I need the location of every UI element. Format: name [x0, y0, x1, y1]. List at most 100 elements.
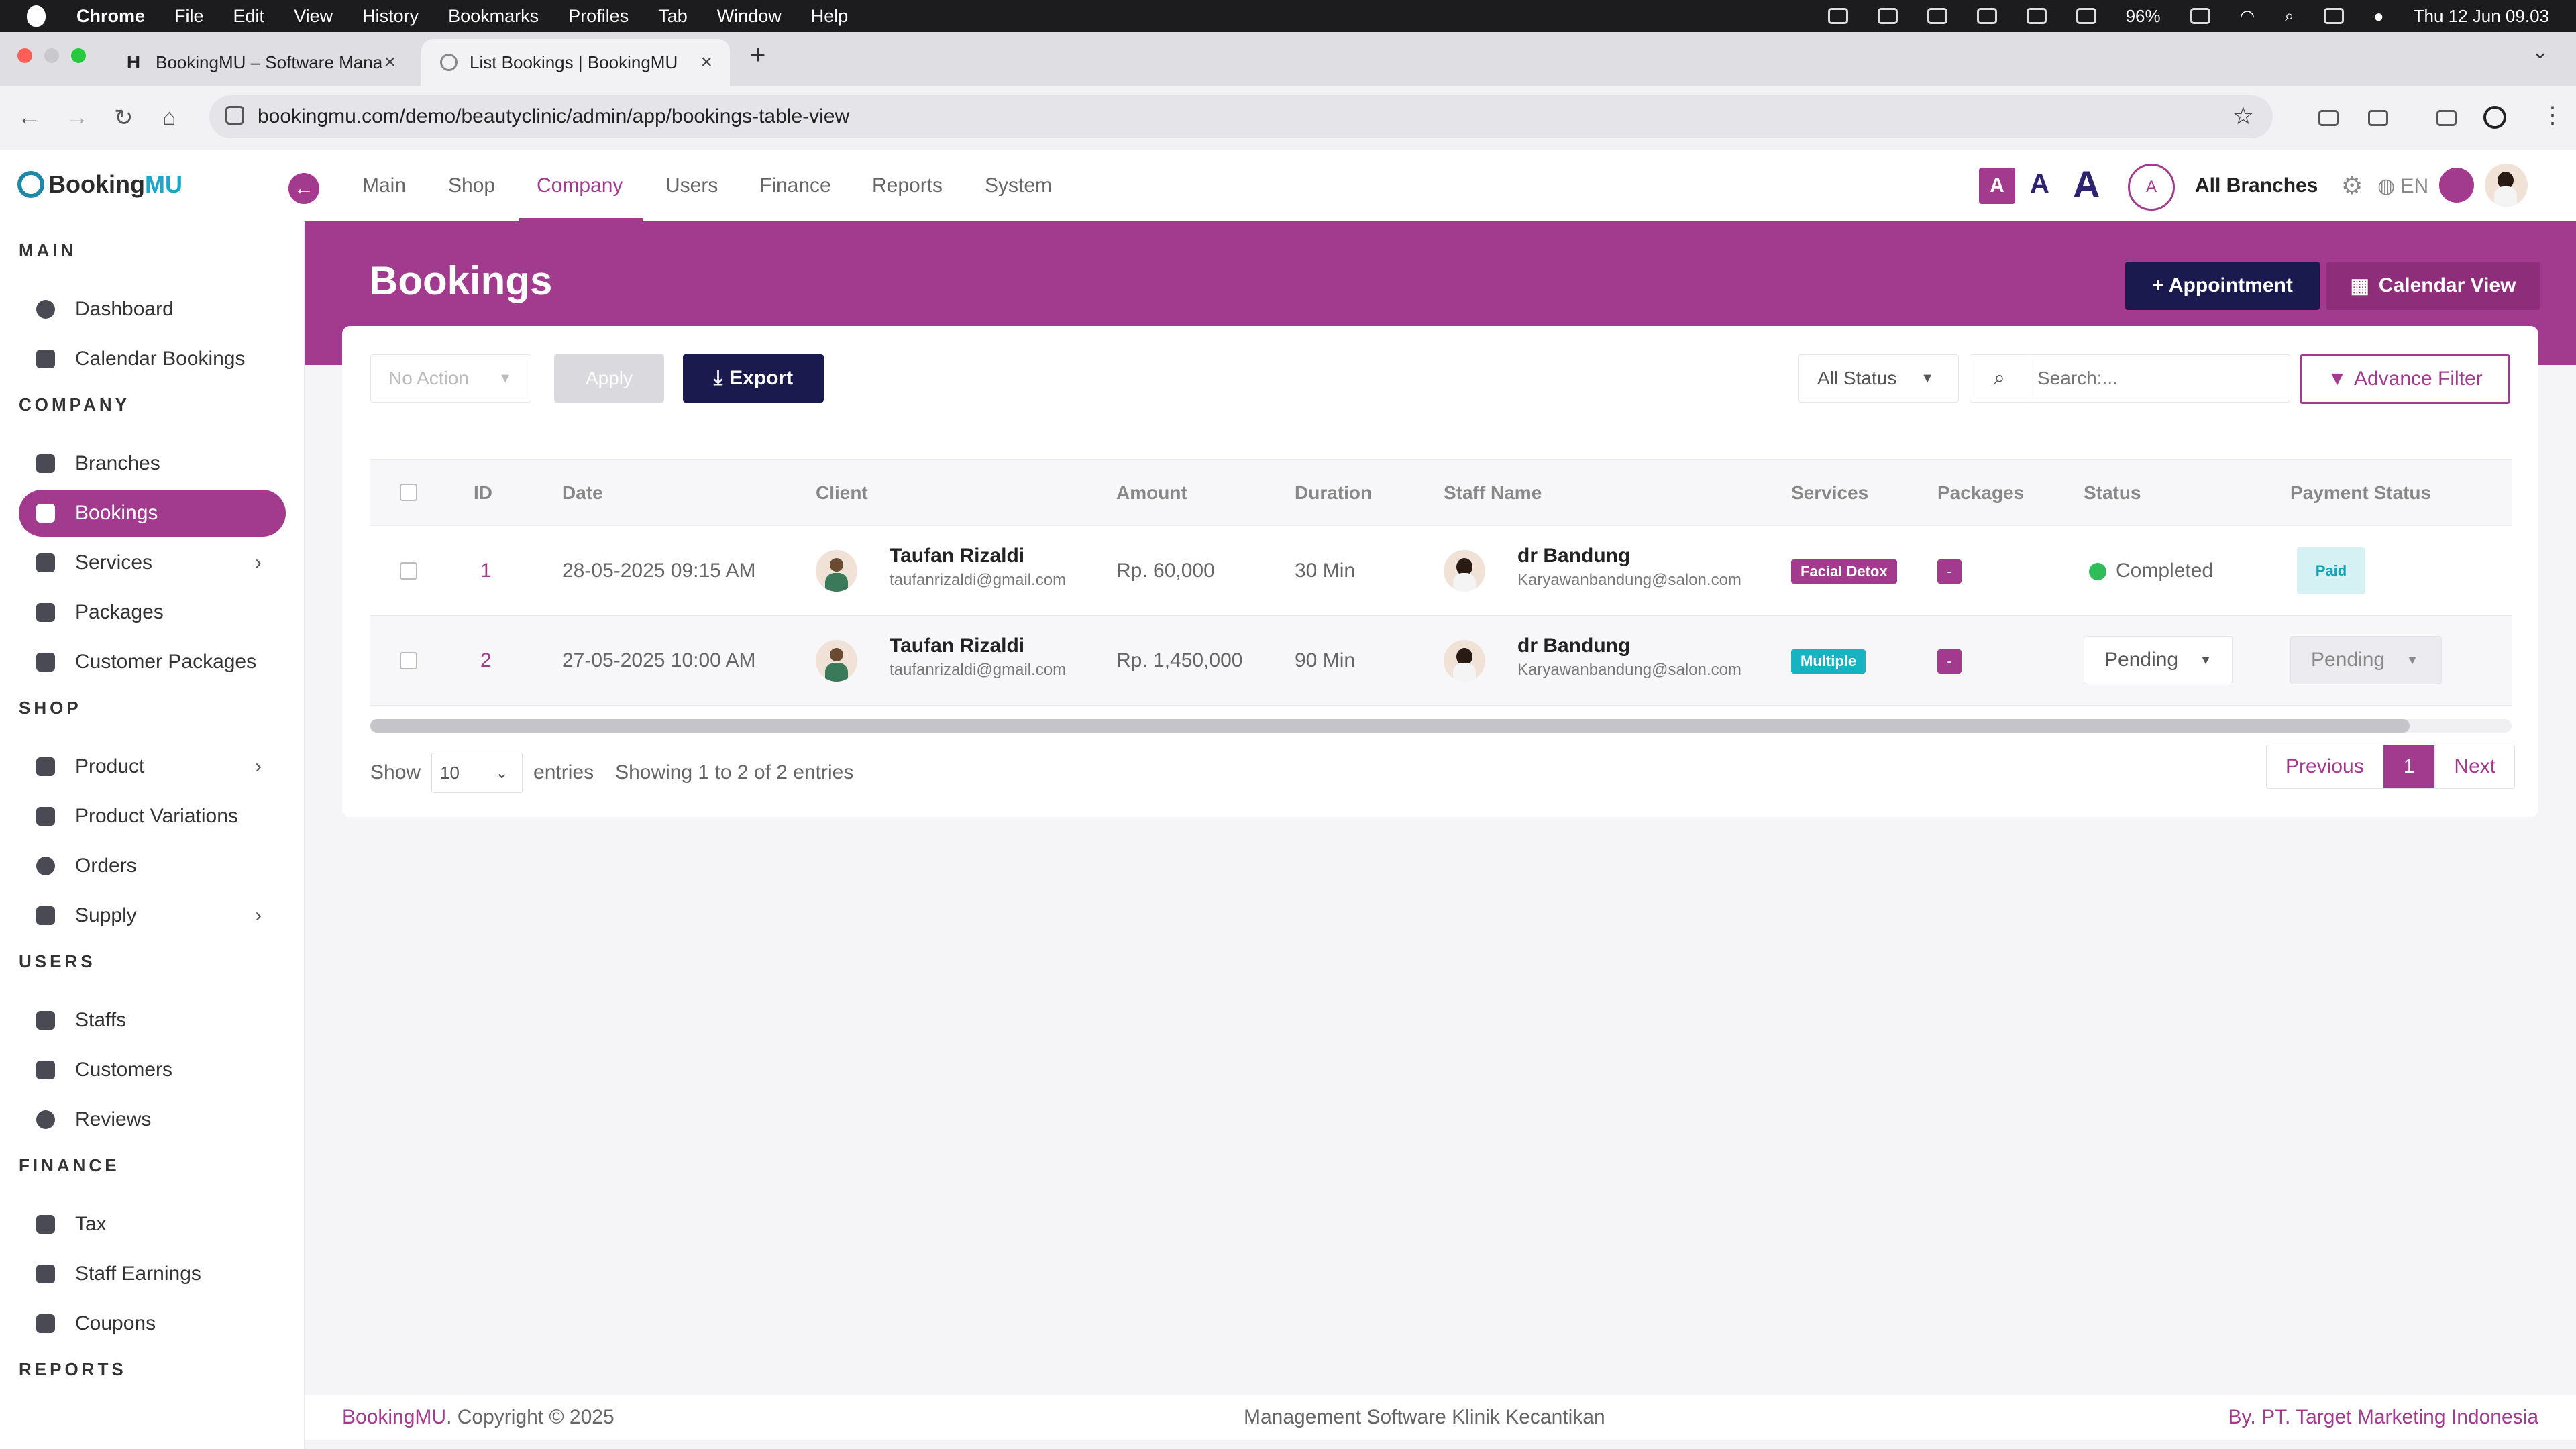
- control-center-icon[interactable]: [2323, 8, 2344, 24]
- screen-icon[interactable]: [1827, 8, 1848, 24]
- next-page-button[interactable]: Next: [2435, 745, 2514, 788]
- menu-tab[interactable]: Tab: [658, 6, 688, 27]
- menu-profiles[interactable]: Profiles: [568, 6, 629, 27]
- calendar-view-button[interactable]: ▦ Calendar View: [2326, 262, 2540, 310]
- bulk-action-select[interactable]: No Action ▼: [370, 354, 531, 402]
- nav-company[interactable]: Company: [537, 174, 623, 197]
- sidebar-item-staff-earnings[interactable]: Staff Earnings: [19, 1250, 286, 1297]
- menu-file[interactable]: File: [174, 6, 204, 27]
- sidebar-item-dashboard[interactable]: Dashboard: [19, 286, 286, 333]
- nav-reports[interactable]: Reports: [872, 174, 943, 197]
- advance-filter-button[interactable]: ▼ Advance Filter: [2300, 354, 2510, 404]
- column-header-client[interactable]: Client: [816, 482, 868, 504]
- font-size-small-button[interactable]: A: [1979, 168, 2015, 204]
- search-input[interactable]: [2037, 362, 2279, 395]
- collapse-sidebar-button[interactable]: ←: [288, 173, 319, 204]
- sidebar-item-packages[interactable]: Packages: [19, 589, 286, 636]
- menu-view[interactable]: View: [294, 6, 333, 27]
- select-all-checkbox[interactable]: [400, 484, 417, 501]
- battery-icon[interactable]: [2190, 8, 2210, 24]
- shield-icon[interactable]: [1976, 8, 1997, 24]
- play-icon[interactable]: [2076, 8, 2096, 24]
- status-filter-select[interactable]: All Status ▼: [1798, 354, 1959, 402]
- hat-icon[interactable]: [1927, 8, 1947, 24]
- page-size-select[interactable]: 10 ⌄: [431, 753, 523, 793]
- keyboard-icon[interactable]: [2026, 8, 2047, 24]
- reload-icon[interactable]: ↻: [114, 105, 133, 131]
- tab-search-chevron-icon[interactable]: ⌄: [2532, 40, 2548, 64]
- site-settings-icon[interactable]: [225, 106, 244, 125]
- search-icon[interactable]: ⌕: [1970, 355, 2029, 402]
- new-tab-icon[interactable]: +: [750, 40, 765, 70]
- row-checkbox[interactable]: [400, 652, 417, 669]
- scrollbar-thumb[interactable]: [370, 719, 2410, 733]
- nav-finance[interactable]: Finance: [759, 174, 831, 197]
- menu-history[interactable]: History: [362, 6, 419, 27]
- previous-page-button[interactable]: Previous: [2267, 745, 2383, 788]
- bookingmu-logo[interactable]: Booking MU: [17, 170, 182, 199]
- bookmark-star-icon[interactable]: ☆: [2233, 102, 2254, 130]
- sidebar-item-supply[interactable]: Supply ›: [19, 892, 286, 939]
- sidebar-item-reviews[interactable]: Reviews: [19, 1096, 286, 1143]
- wifi-icon[interactable]: ◠: [2240, 6, 2255, 27]
- nav-users[interactable]: Users: [665, 174, 718, 197]
- user-avatar[interactable]: [2485, 164, 2528, 207]
- maximize-window-icon[interactable]: [71, 48, 86, 63]
- sidebar-item-customer-packages[interactable]: Customer Packages: [19, 639, 286, 686]
- booking-id-link[interactable]: 2: [480, 649, 492, 672]
- close-tab-icon[interactable]: ×: [700, 51, 712, 74]
- font-size-large-button[interactable]: A: [2073, 162, 2100, 206]
- spotlight-search-icon[interactable]: ⌕: [2284, 5, 2294, 27]
- page-1-button[interactable]: 1: [2383, 745, 2436, 788]
- reading-list-icon[interactable]: [2436, 110, 2457, 126]
- notification-bell-icon[interactable]: [2439, 168, 2474, 203]
- settings-gear-icon[interactable]: ⚙: [2341, 172, 2363, 200]
- sidebar-item-coupons[interactable]: Coupons: [19, 1300, 286, 1347]
- sidebar-item-tax[interactable]: Tax: [19, 1201, 286, 1248]
- row-checkbox[interactable]: [400, 562, 417, 580]
- sidebar-item-branches[interactable]: Branches: [19, 440, 286, 487]
- apply-button[interactable]: Apply: [554, 354, 664, 402]
- sidebar-item-product[interactable]: Product ›: [19, 743, 286, 790]
- forward-icon[interactable]: →: [66, 105, 89, 131]
- extensions-icon[interactable]: [2368, 110, 2388, 126]
- sidebar-item-product-variations[interactable]: Product Variations: [19, 793, 286, 840]
- column-header-packages[interactable]: Packages: [1937, 482, 2024, 504]
- column-header-services[interactable]: Services: [1791, 482, 1868, 504]
- browser-tab-1[interactable]: H BookingMU – Software Mana ×: [105, 39, 413, 86]
- browser-tab-2[interactable]: List Bookings | BookingMU ×: [421, 39, 730, 86]
- sidebar-item-customers[interactable]: Customers: [19, 1046, 286, 1093]
- column-header-amount[interactable]: Amount: [1116, 482, 1187, 504]
- column-header-date[interactable]: Date: [562, 482, 603, 504]
- language-selector[interactable]: ◍ EN: [2377, 174, 2428, 198]
- branch-avatar[interactable]: A: [2128, 164, 2175, 211]
- menu-help[interactable]: Help: [811, 6, 849, 27]
- payment-status-select[interactable]: Pending ▼: [2290, 636, 2442, 684]
- booking-id-link[interactable]: 1: [480, 559, 492, 582]
- booking-status-select[interactable]: Pending ▼: [2084, 636, 2233, 684]
- branch-selector[interactable]: All Branches: [2195, 174, 2318, 197]
- sidebar-item-staffs[interactable]: Staffs: [19, 997, 286, 1044]
- sidebar-item-orders[interactable]: Orders: [19, 843, 286, 890]
- back-icon[interactable]: ←: [17, 105, 40, 131]
- close-window-icon[interactable]: [17, 48, 32, 63]
- address-bar[interactable]: bookingmu.com/demo/beautyclinic/admin/ap…: [209, 95, 2273, 138]
- menu-bookmarks[interactable]: Bookmarks: [448, 6, 539, 27]
- footer-brand-link[interactable]: BookingMU: [342, 1406, 446, 1428]
- column-header-payment-status[interactable]: Payment Status: [2290, 482, 2431, 504]
- nav-main[interactable]: Main: [362, 174, 406, 197]
- menubar-clock[interactable]: Thu 12 Jun 09.03: [2414, 6, 2549, 27]
- more-menu-icon[interactable]: ⋮: [2541, 102, 2564, 129]
- column-header-id[interactable]: ID: [474, 482, 492, 504]
- sidebar-item-calendar-bookings[interactable]: Calendar Bookings: [19, 335, 286, 382]
- display-icon[interactable]: [1877, 8, 1898, 24]
- sidebar-item-services[interactable]: Services ›: [19, 539, 286, 586]
- menu-window[interactable]: Window: [717, 6, 782, 27]
- nav-shop[interactable]: Shop: [448, 174, 495, 197]
- column-header-status[interactable]: Status: [2084, 482, 2141, 504]
- translate-icon[interactable]: [2318, 110, 2339, 126]
- close-tab-icon[interactable]: ×: [384, 51, 396, 74]
- profile-target-icon[interactable]: [2483, 106, 2506, 129]
- apple-logo-icon[interactable]: [27, 5, 46, 27]
- font-size-medium-button[interactable]: A: [2030, 169, 2049, 199]
